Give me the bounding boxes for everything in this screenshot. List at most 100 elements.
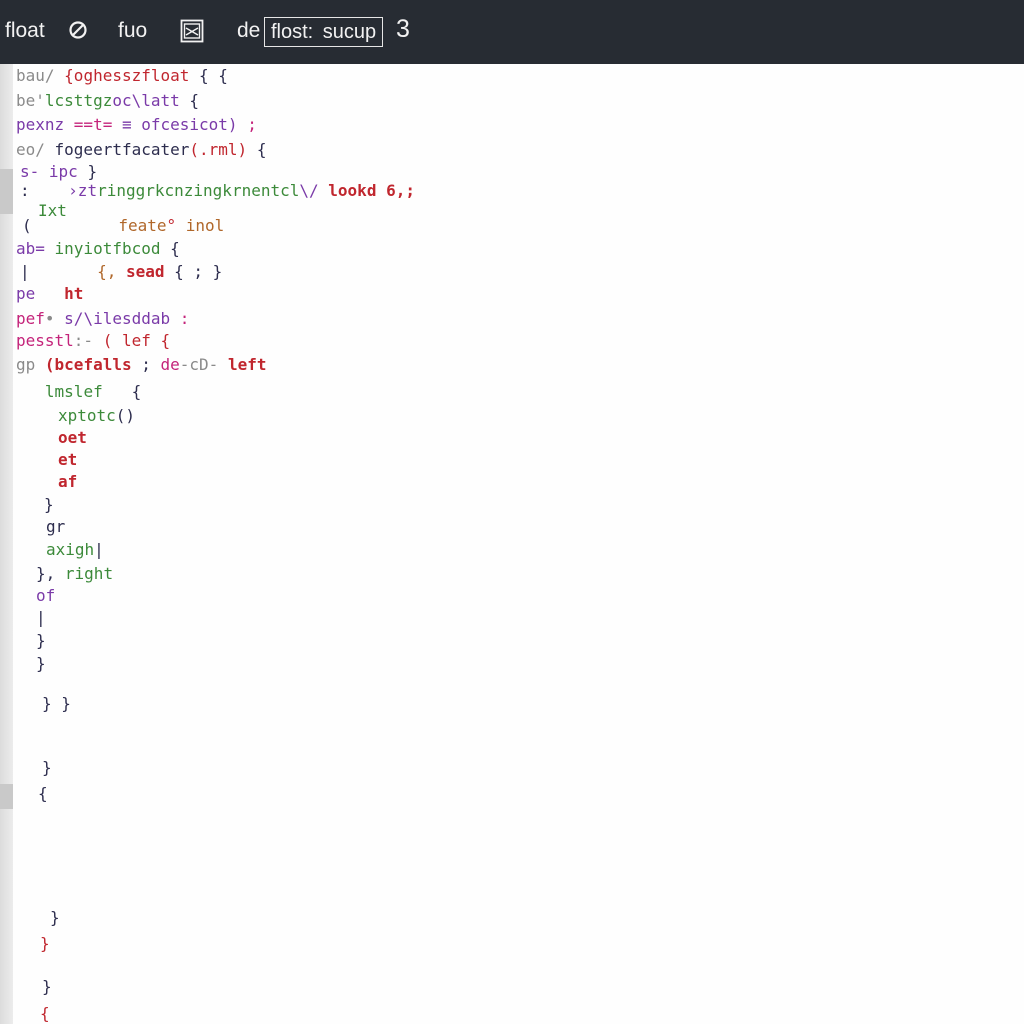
code-line: gp (bcefalls ; de-cD- left [16, 355, 266, 375]
code-line: { [40, 1004, 50, 1024]
code-token: { [38, 784, 48, 803]
code-line: } [40, 934, 50, 954]
code-token: () [115, 406, 136, 425]
code-token: right [64, 564, 114, 583]
code-token: af [58, 472, 78, 491]
gutter-marker [0, 169, 13, 214]
code-token: de [160, 355, 180, 374]
code-token: {oghessz [64, 66, 142, 85]
code-token: ==t= [73, 115, 122, 134]
code-token: pexnz [16, 115, 74, 134]
code-token: float [141, 66, 200, 85]
code-token: lookd 6,; [328, 181, 415, 200]
code-token: { { [199, 66, 228, 85]
code-token: } [87, 162, 98, 181]
code-token: pe [16, 284, 65, 303]
code-token: } [40, 934, 50, 953]
toolbar-title[interactable]: float [5, 17, 45, 45]
code-line: af [58, 472, 77, 492]
code-line: et [58, 450, 77, 470]
code-token: } [42, 758, 52, 777]
code-line: | [36, 608, 46, 628]
code-token: { [170, 239, 180, 258]
code-token: of [36, 586, 56, 605]
code-token: be' [16, 91, 45, 110]
code-line: { [38, 784, 48, 804]
code-line: lmslef { [16, 382, 141, 402]
code-editor[interactable]: bau/ {oghesszfloat { {be'lcsttgzoc\latt … [0, 64, 1024, 1024]
code-line: } [44, 495, 54, 515]
code-token: lcsttgz [44, 91, 113, 110]
boxed-window-icon[interactable] [180, 19, 204, 43]
code-token: bau/ [16, 66, 65, 85]
code-token: left [227, 355, 267, 374]
null-circle-icon[interactable] [68, 20, 88, 40]
code-line: } [50, 908, 60, 928]
code-token: : [179, 309, 190, 328]
code-token: lmslef [44, 382, 113, 401]
code-token: s/\ilesddab [64, 309, 180, 328]
code-line: of [36, 586, 55, 606]
code-line: xptotc() [58, 406, 135, 426]
code-token: :- [73, 331, 103, 350]
code-token: -cD- [179, 355, 228, 374]
code-token: axigh [46, 540, 95, 559]
code-line: gr [46, 517, 65, 537]
code-token: ab= [16, 239, 55, 258]
code-token: { [40, 1004, 50, 1023]
tab-fuo[interactable]: fuo [118, 17, 147, 45]
code-line: } [36, 654, 46, 674]
code-token: gr [46, 517, 66, 536]
code-token: ht [64, 284, 84, 303]
code-line: } } [42, 694, 71, 714]
code-token: et [58, 450, 78, 469]
code-line: }, right [36, 564, 113, 584]
code-token: } [44, 495, 54, 514]
code-token: inyiotfbcod [54, 239, 171, 258]
code-line: pexnz ==t= ≡ ofcesicot) ; [16, 115, 257, 135]
code-token: } [50, 908, 60, 927]
code-token: { [112, 382, 142, 401]
code-token: \/ [299, 181, 329, 200]
code-token: eo/ [16, 140, 55, 159]
code-line: ( feate° inol [22, 216, 224, 236]
code-token: | [36, 608, 46, 627]
code-token: (bcefalls [44, 355, 142, 374]
code-token: { [189, 91, 200, 110]
code-token: {, [97, 262, 126, 281]
code-line: : ›ztringgrkcnzingkrnentcl\/ lookd 6,; [20, 181, 415, 201]
code-line: pef• s/\ilesddab : [16, 309, 189, 329]
code-line: pesstl:- ( lef { [16, 331, 170, 351]
code-token: ›zt [68, 181, 98, 200]
code-line: | {, sead { ; } [20, 262, 222, 282]
code-token: | [20, 262, 98, 281]
toolbar-search-field[interactable]: flost: sucup [264, 17, 384, 47]
code-token: { [256, 140, 267, 159]
code-line: } [42, 977, 52, 997]
code-token: • [44, 309, 65, 328]
gutter-marker [0, 784, 13, 809]
code-token: pef [16, 309, 45, 328]
code-line: axigh| [46, 540, 104, 560]
code-token: sead [125, 262, 175, 281]
code-token: ; [141, 355, 161, 374]
code-token: inol [185, 216, 225, 235]
code-line: s- ipc } [20, 162, 97, 182]
code-token: pesstl [16, 331, 74, 350]
code-token: xptotc [58, 406, 116, 425]
code-token: : [20, 181, 69, 200]
code-line: ab= inyiotfbcod { [16, 239, 180, 259]
code-line: bau/ {oghesszfloat { { [16, 66, 228, 86]
code-line: } [36, 631, 46, 651]
code-token: s- ipc [20, 162, 88, 181]
code-token: }, [36, 564, 65, 583]
code-token: { ; } [174, 262, 223, 281]
code-token: } } [42, 694, 71, 713]
code-token: ; [247, 115, 257, 134]
code-token: oc\latt [112, 91, 190, 110]
code-token: oet [58, 428, 87, 447]
toolbar-number: 3 [396, 15, 410, 43]
code-token: feate [118, 216, 167, 235]
code-token: ofcesicot) [141, 115, 248, 134]
